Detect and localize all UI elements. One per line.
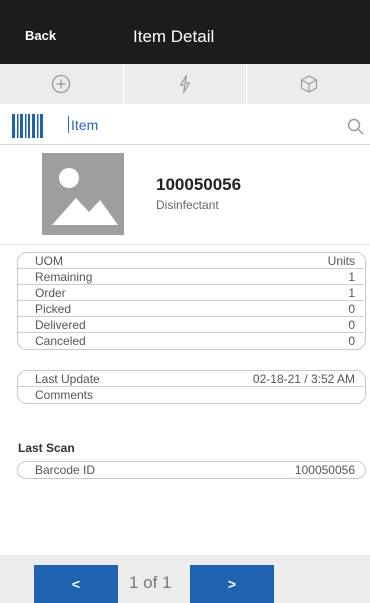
next-button[interactable]: > xyxy=(190,565,274,603)
item-summary: 100050056 Disinfectant xyxy=(0,145,370,245)
page-title: Item Detail xyxy=(133,27,215,46)
package-tool-button[interactable] xyxy=(247,64,370,104)
row-value: 02-18-21 / 3:52 AM xyxy=(252,371,355,386)
row-label: Order xyxy=(35,285,66,300)
lightning-icon xyxy=(179,74,191,94)
meta-card: Last Update 02-18-21 / 3:52 AM Comments xyxy=(17,370,366,404)
previous-button[interactable]: < xyxy=(34,565,118,603)
action-toolbar xyxy=(0,64,370,104)
row-value: 100050056 xyxy=(294,463,355,477)
image-placeholder-icon xyxy=(52,168,118,225)
page-indicator: 1 of 1 xyxy=(129,573,172,592)
actions-tool-button[interactable] xyxy=(124,64,248,104)
row-label: Canceled xyxy=(35,334,86,348)
last-scan-heading: Last Scan xyxy=(18,441,75,455)
row-label: Comments xyxy=(35,388,94,402)
row-label: UOM xyxy=(35,253,63,268)
row-value: 1 xyxy=(348,269,355,284)
row-value: 0 xyxy=(348,301,355,316)
quantity-row-delivered: Delivered 0 xyxy=(18,317,365,333)
row-label: Remaining xyxy=(35,269,93,284)
row-label: Barcode ID xyxy=(35,463,96,477)
cube-icon xyxy=(300,75,317,93)
quantity-row-uom: UOM Units xyxy=(18,253,365,269)
barcode-icon[interactable] xyxy=(12,114,45,138)
row-value: 1 xyxy=(348,285,355,300)
meta-row-last-update: Last Update 02-18-21 / 3:52 AM xyxy=(18,371,365,387)
search-input[interactable]: Item xyxy=(68,113,338,137)
back-button[interactable]: Back xyxy=(25,28,56,43)
item-image xyxy=(42,153,124,235)
quantity-row-remaining: Remaining 1 xyxy=(18,269,365,285)
text-cursor xyxy=(68,116,69,133)
quantity-card: UOM Units Remaining 1 Order 1 Picked 0 D… xyxy=(17,252,366,350)
app-header: Back Item Detail xyxy=(0,0,370,64)
row-value: Units xyxy=(327,253,355,268)
item-description: Disinfectant xyxy=(156,198,219,212)
plus-circle-icon xyxy=(52,74,71,94)
row-label: Picked xyxy=(35,301,72,316)
row-value: 0 xyxy=(348,317,355,332)
quantity-row-picked: Picked 0 xyxy=(18,301,365,317)
search-bar: Item xyxy=(0,107,370,145)
item-id: 100050056 xyxy=(156,175,242,194)
pager-footer: < 1 of 1 > xyxy=(0,555,370,603)
meta-row-comments[interactable]: Comments xyxy=(18,387,365,403)
row-value: 0 xyxy=(348,334,355,348)
scan-row-barcode-id: Barcode ID 100050056 xyxy=(18,462,365,478)
search-icon[interactable] xyxy=(347,118,365,136)
search-input-value: Item xyxy=(71,117,99,133)
add-tool-button[interactable] xyxy=(0,64,124,104)
row-label: Delivered xyxy=(35,317,86,332)
quantity-row-order: Order 1 xyxy=(18,285,365,301)
row-label: Last Update xyxy=(35,371,100,386)
quantity-row-canceled: Canceled 0 xyxy=(18,333,365,349)
last-scan-card: Barcode ID 100050056 xyxy=(17,461,366,479)
